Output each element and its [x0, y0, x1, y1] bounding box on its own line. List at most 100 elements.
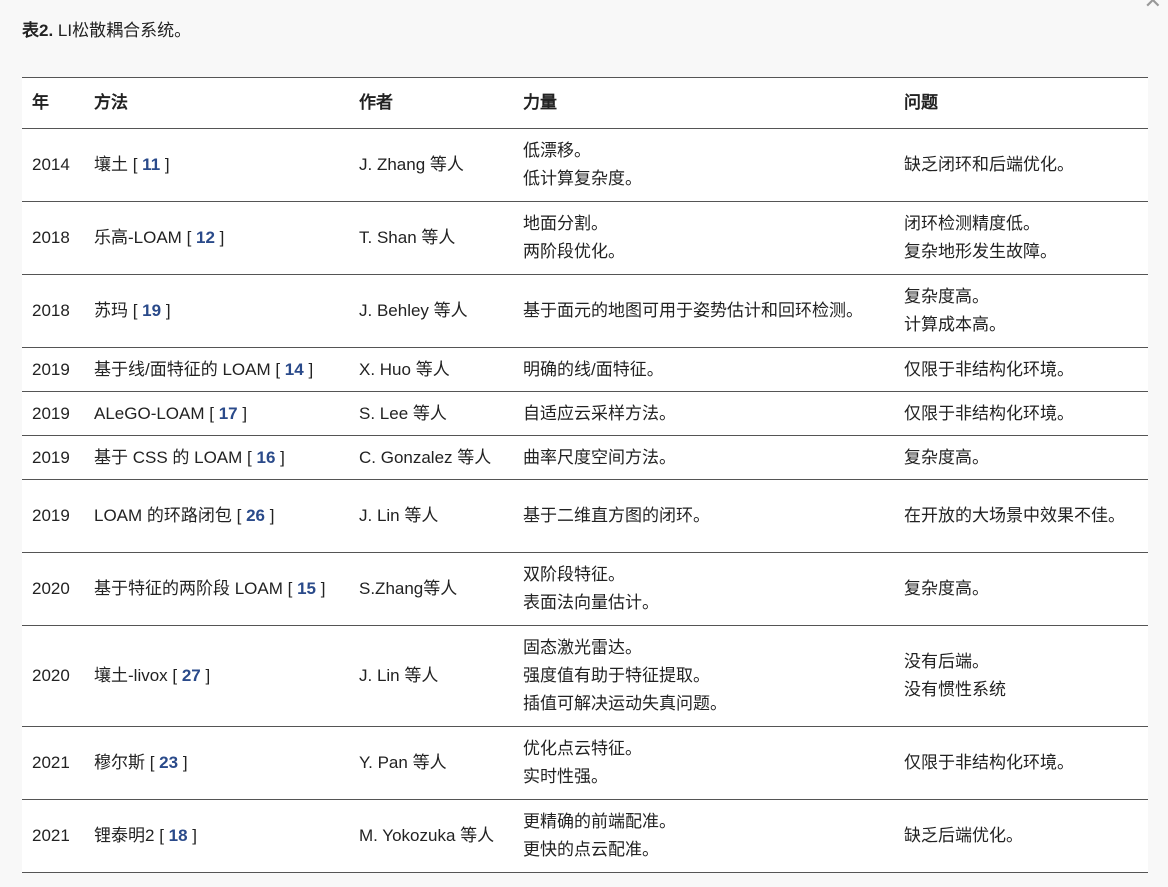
- cell-method: 壤土 [ 11 ]: [84, 128, 349, 202]
- strength-item: 固态激光雷达。: [523, 638, 642, 657]
- cell-method: 壤土-livox [ 27 ]: [84, 625, 349, 727]
- strength-item: 低漂移。: [523, 141, 591, 160]
- table-row: 2019 ALeGO-LOAM [ 17 ] S. Lee 等人 自适应云采样方法。 仅…: [22, 391, 1148, 436]
- cell-strengths: 固态激光雷达。 强度值有助于特征提取。 插值可解决运动失真问题。: [513, 625, 894, 727]
- loosely-coupled-systems-table: 年 方法 作者 力量 问题 2014 壤土 [ 11 ] J. Zhang 等人 低漂…: [22, 77, 1148, 873]
- caption-label: 表2.: [22, 21, 54, 40]
- strength-item: 两阶段优化。: [523, 242, 625, 261]
- problem-item: 仅限于非结构化环境。: [904, 753, 1074, 772]
- reference-link[interactable]: 23: [159, 753, 178, 772]
- method-name: 壤土-livox: [94, 666, 168, 685]
- cell-strengths: 更精确的前端配准。 更快的点云配准。: [513, 799, 894, 873]
- table-row: 2018 苏玛 [ 19 ] J. Behley 等人 基于面元的地图可用于姿势估计和…: [22, 274, 1148, 348]
- cell-author: T. Shan 等人: [349, 201, 513, 275]
- strength-item: 表面法向量估计。: [523, 593, 659, 612]
- table-row: 2019 基于 CSS 的 LOAM [ 16 ] C. Gonzalez 等人 曲率…: [22, 435, 1148, 480]
- problem-item: 仅限于非结构化环境。: [904, 403, 1074, 423]
- cell-year: 2020: [22, 552, 84, 626]
- table-row: 2020 壤土-livox [ 27 ] J. Lin 等人 固态激光雷达。 强度值有助…: [22, 625, 1148, 727]
- cell-strengths: 明确的线/面特征。: [513, 347, 894, 392]
- cell-strengths: 地面分割。 两阶段优化。: [513, 201, 894, 275]
- reference-link[interactable]: 19: [142, 301, 161, 320]
- reference-link[interactable]: 11: [142, 155, 160, 174]
- reference-link[interactable]: 17: [219, 404, 238, 423]
- strength-item: 自适应云采样方法。: [523, 403, 676, 423]
- cell-year: 2018: [22, 201, 84, 275]
- table-container: 年 方法 作者 力量 问题 2014 壤土 [ 11 ] J. Zhang 等人 低漂…: [22, 77, 1148, 873]
- method-name: 壤土: [94, 155, 128, 174]
- problem-item: 复杂度高。: [904, 447, 989, 467]
- reference-link[interactable]: 16: [256, 448, 275, 467]
- strength-item: 基于面元的地图可用于姿势估计和回环检测。: [523, 301, 863, 320]
- method-name: ALeGO-LOAM: [94, 403, 205, 423]
- cell-year: 2019: [22, 479, 84, 553]
- strength-item: 明确的线/面特征。: [523, 359, 664, 379]
- method-name: 锂泰明2: [94, 826, 155, 845]
- close-icon[interactable]: ✕: [1144, 0, 1162, 13]
- method-name: 基于特征的两阶段 LOAM: [94, 579, 283, 598]
- header-problems: 问题: [894, 77, 1148, 129]
- cell-method: 苏玛 [ 19 ]: [84, 274, 349, 348]
- cell-problems: 复杂度高。: [894, 552, 1148, 626]
- header-year: 年: [22, 77, 84, 129]
- cell-method: 基于特征的两阶段 LOAM [ 15 ]: [84, 552, 349, 626]
- strength-item: 更快的点云配准。: [523, 840, 659, 859]
- method-name: 乐高-LOAM: [94, 228, 182, 247]
- cell-author: J. Lin 等人: [349, 625, 513, 727]
- reference-link[interactable]: 15: [297, 579, 316, 598]
- strength-item: 实时性强。: [523, 767, 608, 786]
- cell-strengths: 优化点云特征。 实时性强。: [513, 726, 894, 800]
- problem-item: 缺乏后端优化。: [904, 826, 1023, 845]
- cell-problems: 仅限于非结构化环境。: [894, 391, 1148, 436]
- method-name: 基于线/面特征的 LOAM: [94, 359, 271, 379]
- cell-author: J. Behley 等人: [349, 274, 513, 348]
- cell-problems: 仅限于非结构化环境。: [894, 726, 1148, 800]
- cell-year: 2019: [22, 435, 84, 480]
- cell-method: 基于 CSS 的 LOAM [ 16 ]: [84, 435, 349, 480]
- cell-author: S.Zhang等人: [349, 552, 513, 626]
- header-method: 方法: [84, 77, 349, 129]
- method-name: 穆尔斯: [94, 753, 145, 772]
- cell-strengths: 基于二维直方图的闭环。: [513, 479, 894, 553]
- cell-author: J. Zhang 等人: [349, 128, 513, 202]
- problem-item: 闭环检测精度低。: [904, 214, 1040, 233]
- table-body: 2014 壤土 [ 11 ] J. Zhang 等人 低漂移。 低计算复杂度。 缺乏闭环和…: [22, 128, 1148, 873]
- cell-author: M. Yokozuka 等人: [349, 799, 513, 873]
- reference-link[interactable]: 18: [169, 826, 188, 845]
- table-row: 2019 基于线/面特征的 LOAM [ 14 ] X. Huo 等人 明确的线/面特…: [22, 347, 1148, 392]
- table-caption: 表2. LI松散耦合系统。: [22, 19, 191, 43]
- method-name: 苏玛: [94, 301, 128, 320]
- problem-item: 仅限于非结构化环境。: [904, 359, 1074, 379]
- problem-item: 缺乏闭环和后端优化。: [904, 155, 1074, 174]
- table-row: 2021 锂泰明2 [ 18 ] M. Yokozuka 等人 更精确的前端配准。 更快…: [22, 799, 1148, 873]
- cell-strengths: 低漂移。低计算复杂度。: [513, 128, 894, 202]
- reference-link[interactable]: 27: [182, 666, 201, 685]
- problem-item: 复杂度高。: [904, 287, 989, 306]
- cell-method: 穆尔斯 [ 23 ]: [84, 726, 349, 800]
- header-strengths: 力量: [513, 77, 894, 129]
- strength-item: 基于二维直方图的闭环。: [523, 506, 710, 525]
- cell-problems: 缺乏闭环和后端优化。: [894, 128, 1148, 202]
- cell-year: 2014: [22, 128, 84, 202]
- reference-link[interactable]: 26: [246, 506, 265, 525]
- problem-item: 没有后端。: [904, 652, 989, 671]
- strength-item: 优化点云特征。: [523, 739, 642, 758]
- strength-item: 双阶段特征。: [523, 565, 625, 584]
- cell-year: 2021: [22, 726, 84, 800]
- problem-item: 复杂度高。: [904, 579, 989, 598]
- cell-method: 乐高-LOAM [ 12 ]: [84, 201, 349, 275]
- strength-item: 低计算复杂度。: [523, 169, 642, 188]
- cell-author: X. Huo 等人: [349, 347, 513, 392]
- caption-text: LI松散耦合系统。: [53, 21, 192, 40]
- cell-strengths: 自适应云采样方法。: [513, 391, 894, 436]
- reference-link[interactable]: 14: [285, 360, 304, 379]
- cell-year: 2019: [22, 347, 84, 392]
- problem-item: 计算成本高。: [904, 315, 1006, 334]
- reference-link[interactable]: 12: [196, 228, 215, 247]
- table-row: 2018 乐高-LOAM [ 12 ] T. Shan 等人 地面分割。 两阶段优化。闭…: [22, 201, 1148, 275]
- cell-problems: 复杂度高。: [894, 435, 1148, 480]
- cell-problems: 缺乏后端优化。: [894, 799, 1148, 873]
- cell-problems: 闭环检测精度低。 复杂地形发生故障。: [894, 201, 1148, 275]
- strength-item: 强度值有助于特征提取。: [523, 666, 710, 685]
- cell-strengths: 双阶段特征。表面法向量估计。: [513, 552, 894, 626]
